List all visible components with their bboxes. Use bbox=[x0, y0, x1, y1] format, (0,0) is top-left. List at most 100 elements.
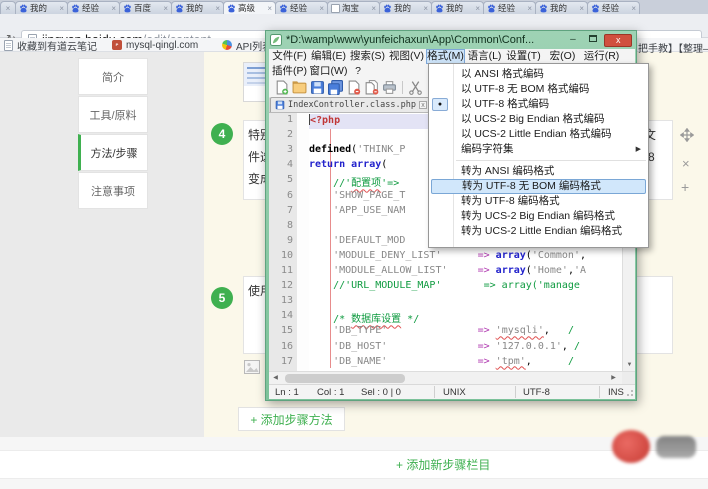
format-menu-item[interactable]: 转为 UTF-8 无 BOM 编码格式 bbox=[431, 179, 646, 194]
format-menu-item[interactable]: 转为 UTF-8 编码格式 bbox=[429, 194, 648, 209]
menu-设置(T)[interactable]: 设置(T) bbox=[504, 49, 543, 64]
menu-文件(F)[interactable]: 文件(F) bbox=[270, 49, 309, 64]
browser-tab[interactable]: 经验 × bbox=[67, 1, 120, 14]
line-number: 6 bbox=[286, 189, 293, 201]
menu-编辑(E)[interactable]: 编辑(E) bbox=[309, 49, 348, 64]
sidebar-item-4[interactable]: 注意事项 bbox=[78, 172, 148, 209]
tab-close-icon[interactable]: × bbox=[215, 4, 220, 13]
menu-运行(R)[interactable]: 运行(R) bbox=[582, 49, 621, 64]
browser-tab[interactable]: 百度 × bbox=[119, 1, 172, 14]
add-new-section-button[interactable]: + 添加新步骤栏目 bbox=[396, 456, 490, 473]
horizontal-scrollbar[interactable]: ◀ ▶ bbox=[269, 371, 635, 385]
menu-语言(L)[interactable]: 语言(L) bbox=[465, 49, 504, 64]
sidebar-item-1[interactable]: 简介 bbox=[78, 58, 148, 95]
print-icon[interactable] bbox=[382, 80, 397, 95]
browser-tab[interactable]: 淘宝 × bbox=[327, 1, 380, 14]
menu-视图(V)[interactable]: 视图(V) bbox=[387, 49, 426, 64]
bookmark-fragment[interactable]: 把手教】【整理— bbox=[638, 40, 708, 55]
browser-tab[interactable]: × bbox=[0, 1, 16, 14]
fold-margin: − bbox=[297, 113, 335, 371]
browser-tab[interactable]: 我的 × bbox=[431, 1, 484, 14]
sidebar-item-3[interactable]: 方法/步骤 bbox=[78, 134, 148, 171]
baidu-paw-icon bbox=[123, 4, 132, 13]
code-token: , bbox=[543, 325, 568, 337]
format-menu-item[interactable]: 以 UCS-2 Little Endian 格式编码 bbox=[429, 127, 648, 142]
format-menu-item[interactable]: 以 UTF-8 无 BOM 格式编码 bbox=[429, 82, 648, 97]
horizontal-scroll-thumb[interactable] bbox=[285, 374, 405, 383]
format-menu-item[interactable]: 编码字符集 ▶ bbox=[429, 142, 648, 157]
tab-close-icon[interactable]: × bbox=[163, 4, 168, 13]
close-button[interactable]: x bbox=[604, 33, 632, 47]
insert-image-icon[interactable] bbox=[244, 360, 260, 374]
format-menu-item[interactable]: 以 ANSI 格式编码 bbox=[429, 67, 648, 82]
browser-tab[interactable]: 我的 × bbox=[379, 1, 432, 14]
step-add-icon[interactable]: + bbox=[681, 179, 689, 195]
add-step-method-button[interactable]: + 添加步骤方法 bbox=[238, 407, 345, 431]
save-all-icon[interactable] bbox=[328, 79, 343, 95]
code-token: 'A bbox=[573, 265, 587, 276]
code-token: , bbox=[525, 355, 568, 367]
code-token: => bbox=[477, 265, 490, 276]
format-menu-item[interactable]: 以 UTF-8 格式编码 ● bbox=[429, 97, 648, 112]
baidu-paw-icon bbox=[175, 4, 184, 13]
format-menu-item[interactable]: 转为 UCS-2 Little Endian 编码格式 bbox=[429, 224, 648, 239]
tab-close-icon[interactable]: × bbox=[59, 4, 64, 13]
resize-grip[interactable] bbox=[626, 389, 634, 397]
browser-tab[interactable]: 我的 × bbox=[535, 1, 588, 14]
step-delete-icon[interactable]: × bbox=[682, 156, 690, 171]
scroll-left-icon[interactable]: ◀ bbox=[269, 372, 282, 384]
baidu-paw-icon bbox=[279, 4, 288, 13]
bookmark-item[interactable]: 收藏到有道云笔记 bbox=[4, 39, 97, 53]
minimize-button[interactable]: – bbox=[565, 34, 581, 46]
save-icon[interactable] bbox=[310, 80, 325, 95]
new-file-icon[interactable] bbox=[274, 80, 289, 95]
format-menu-item[interactable]: 以 UCS-2 Big Endian 格式编码 bbox=[429, 112, 648, 127]
tab-close-icon[interactable]: × bbox=[579, 4, 584, 13]
tab-title: 高级 bbox=[238, 3, 256, 13]
menu-格式(M)[interactable]: 格式(M) bbox=[426, 49, 465, 64]
menu-搜索(S)[interactable]: 搜索(S) bbox=[348, 49, 387, 64]
browser-tab[interactable]: 我的 × bbox=[171, 1, 224, 14]
close-all-icon[interactable] bbox=[364, 79, 379, 95]
format-menu-item[interactable]: 转为 UCS-2 Big Endian 编码格式 bbox=[429, 209, 648, 224]
notepad-titlebar[interactable]: *D:\wamp\www\yunfeichaxun\App\Common\Con… bbox=[266, 31, 636, 49]
bookmark-item[interactable]: Pmysql-qingl.com bbox=[112, 39, 198, 51]
baidu-paw-icon bbox=[539, 4, 548, 13]
code-token: 配置项 bbox=[351, 178, 382, 190]
browser-tab[interactable]: 经验 × bbox=[587, 1, 640, 14]
tab-close-icon[interactable]: × bbox=[6, 4, 11, 13]
tab-close-icon[interactable]: × bbox=[319, 4, 324, 13]
browser-tab[interactable]: 高级 × bbox=[223, 1, 276, 14]
menu-宏(O)[interactable]: 宏(O) bbox=[543, 49, 582, 64]
cut-icon[interactable] bbox=[408, 80, 423, 95]
maximize-button[interactable] bbox=[585, 34, 601, 46]
browser-tab[interactable]: 经验 × bbox=[483, 1, 536, 14]
tab-close-icon[interactable]: × bbox=[475, 4, 480, 13]
close-doc-icon[interactable] bbox=[346, 80, 361, 95]
floating-widget[interactable] bbox=[610, 423, 698, 471]
tab-close-icon[interactable]: × bbox=[423, 4, 428, 13]
tab-close-icon[interactable]: × bbox=[111, 4, 116, 13]
code-token: 'DB_TYPE' bbox=[333, 325, 388, 337]
status-col: Col : 1 bbox=[317, 387, 345, 398]
code-token: 数据库设置 bbox=[351, 314, 402, 326]
code-token: 'Common' bbox=[531, 249, 580, 261]
code-token: */ bbox=[401, 314, 420, 326]
step-move-handle-icon[interactable] bbox=[679, 127, 695, 143]
tab-close-icon[interactable]: × bbox=[631, 4, 636, 13]
scroll-right-icon[interactable]: ▶ bbox=[607, 372, 620, 384]
toolbar-divider bbox=[402, 80, 403, 94]
submenu-arrow-icon: ▶ bbox=[635, 146, 641, 153]
scroll-down-icon[interactable]: ▼ bbox=[623, 359, 635, 371]
format-menu-item[interactable]: 转为 ANSI 编码格式 bbox=[429, 164, 648, 179]
sidebar-item-2[interactable]: 工具/原料 bbox=[78, 96, 148, 133]
tab-close-icon[interactable]: × bbox=[371, 4, 376, 13]
open-folder-icon[interactable] bbox=[292, 80, 307, 95]
tab-close-icon[interactable]: × bbox=[267, 4, 272, 13]
browser-tab[interactable]: 经验 × bbox=[275, 1, 328, 14]
document-tab-close-icon[interactable]: x bbox=[418, 101, 427, 109]
tab-close-icon[interactable]: × bbox=[527, 4, 532, 13]
browser-tab[interactable]: 我的 × bbox=[15, 1, 68, 14]
code-token: 'MODULE_DENY_LIST' bbox=[333, 249, 442, 261]
document-tab[interactable]: IndexController.class.php x bbox=[270, 97, 432, 112]
